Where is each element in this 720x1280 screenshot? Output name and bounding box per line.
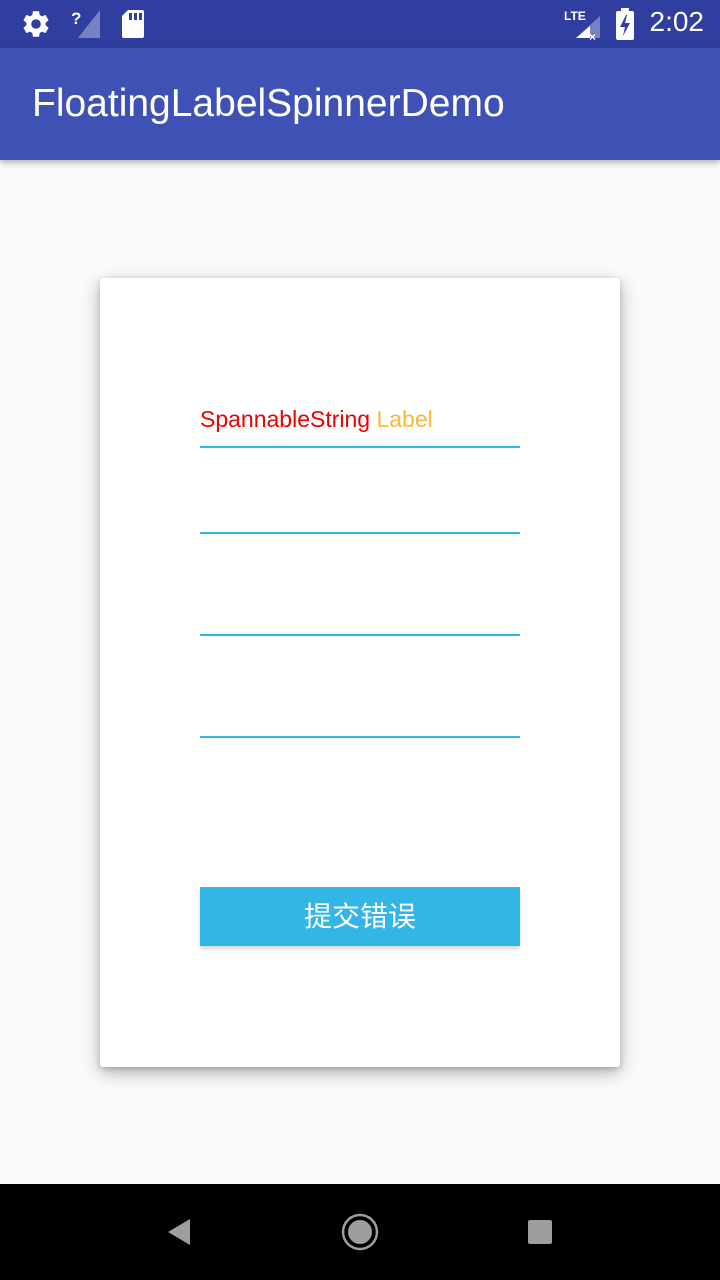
clock: 2:02: [649, 6, 705, 37]
spinner-2[interactable]: [200, 508, 520, 534]
home-icon[interactable]: [332, 1204, 388, 1260]
spinner-label-part1: SpannableString: [200, 406, 371, 432]
spinner-3[interactable]: [200, 610, 520, 636]
svg-text:×: ×: [589, 30, 596, 42]
battery-charging-icon: [614, 8, 636, 45]
sd-card-icon: [120, 8, 146, 45]
app-bar: FloatingLabelSpinnerDemo: [0, 48, 720, 160]
status-bar: ? LTE × 2:02: [0, 0, 720, 48]
navigation-bar: [0, 1184, 720, 1280]
spinner-label-part2: Label: [376, 406, 433, 432]
recents-icon[interactable]: [512, 1204, 568, 1260]
spinner-1[interactable]: SpannableString Label: [200, 398, 520, 448]
form-card: SpannableString Label 提交错误: [100, 278, 620, 1067]
submit-error-button[interactable]: 提交错误: [200, 887, 520, 946]
network-label: LTE: [564, 9, 586, 23]
back-icon[interactable]: [152, 1204, 208, 1260]
app-title: FloatingLabelSpinnerDemo: [32, 82, 505, 125]
svg-text:?: ?: [71, 9, 81, 28]
spinner-4[interactable]: [200, 712, 520, 738]
no-signal-icon: ?: [70, 8, 102, 45]
spinner-floating-label: SpannableString Label: [200, 406, 433, 433]
settings-icon: [20, 8, 52, 45]
lte-signal-icon: LTE ×: [562, 8, 602, 47]
